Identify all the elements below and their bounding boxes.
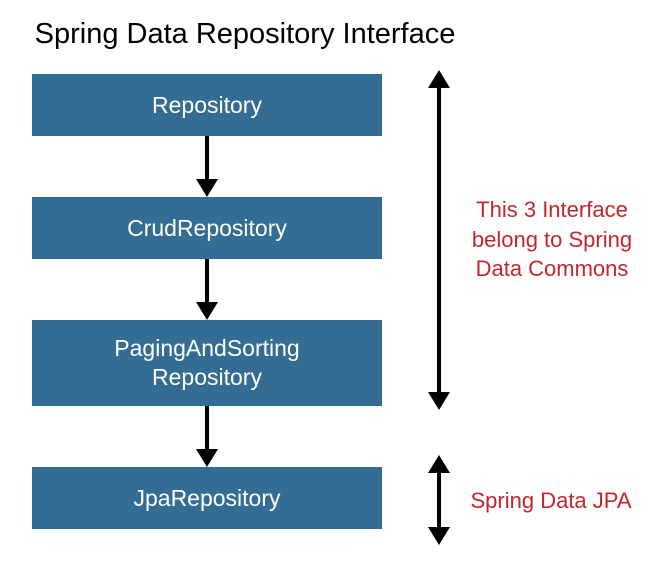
arrow-down-icon xyxy=(200,406,214,467)
box-crud-repository: CrudRepository xyxy=(32,197,382,259)
box-paging-sorting-repository: PagingAndSorting Repository xyxy=(32,320,382,406)
note-spring-data-jpa: Spring Data JPA xyxy=(466,486,636,516)
note-spring-data-commons: This 3 Interface belong to Spring Data C… xyxy=(464,195,640,284)
box-crud-repository-label: CrudRepository xyxy=(127,214,287,243)
diagram-title: Spring Data Repository Interface xyxy=(0,18,490,51)
box-jpa-repository: JpaRepository xyxy=(32,467,382,529)
box-jpa-repository-label: JpaRepository xyxy=(133,484,280,513)
box-repository: Repository xyxy=(32,74,382,136)
box-paging-sorting-repository-label: PagingAndSorting Repository xyxy=(114,334,299,392)
arrow-down-icon xyxy=(200,136,214,197)
box-repository-label: Repository xyxy=(152,91,262,120)
arrow-down-icon xyxy=(200,259,214,320)
